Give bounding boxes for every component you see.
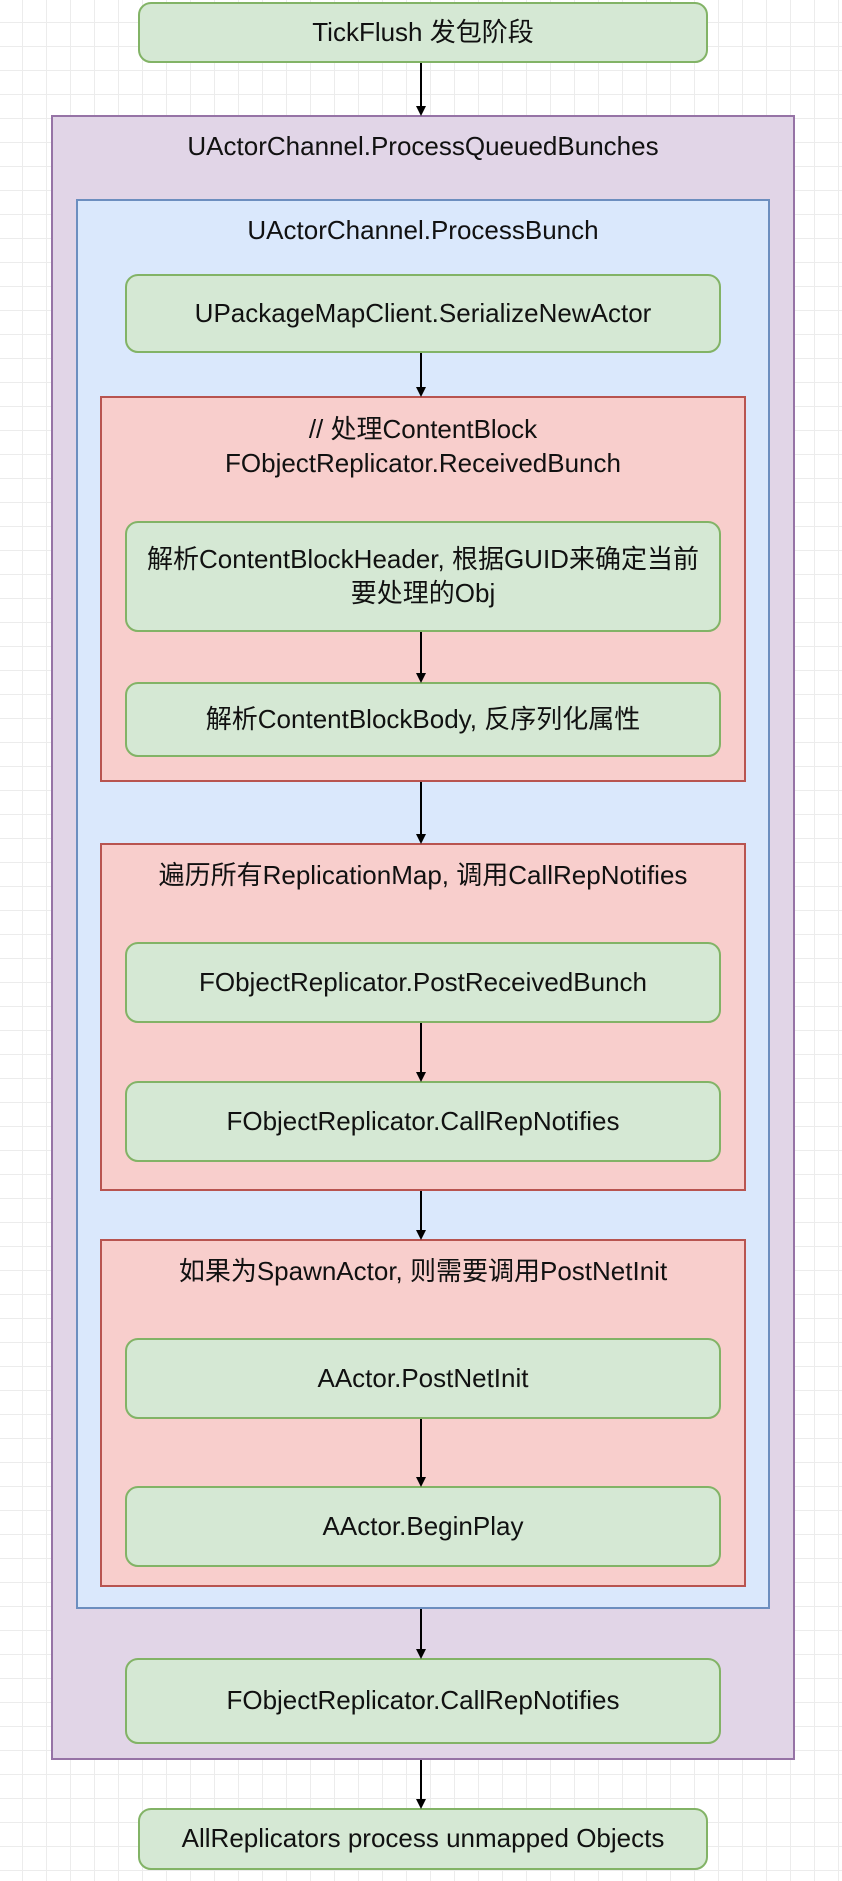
received-bunch-title: // 处理ContentBlock FObjectReplicator.Rece… <box>225 414 621 478</box>
unmapped-objects-label: AllReplicators process unmapped Objects <box>181 1823 665 1854</box>
post-received-bunch-label: FObjectReplicator.PostReceivedBunch <box>198 966 647 997</box>
post-received-bunch-node[interactable]: FObjectReplicator.PostReceivedBunch <box>125 942 721 1023</box>
replication-map-title: 遍历所有ReplicationMap, 调用CallRepNotifies <box>158 860 688 890</box>
tickflush-label: TickFlush 发包阶段 <box>312 16 534 47</box>
post-net-init-node[interactable]: AActor.PostNetInit <box>125 1338 721 1419</box>
parse-body-label: 解析ContentBlockBody, 反序列化属性 <box>205 703 641 734</box>
unmapped-objects-node[interactable]: AllReplicators process unmapped Objects <box>138 1808 708 1870</box>
post-net-init-label: AActor.PostNetInit <box>317 1362 529 1393</box>
serialize-new-actor-label: UPackageMapClient.SerializeNewActor <box>194 297 652 328</box>
process-queued-bunches-title: UActorChannel.ProcessQueuedBunches <box>187 131 659 161</box>
process-bunch-title: UActorChannel.ProcessBunch <box>247 215 599 245</box>
spawn-actor-title: 如果为SpawnActor, 则需要调用PostNetInit <box>178 1256 668 1286</box>
parse-header-label: 解析ContentBlockHeader, 根据GUID来确定当前要处理的Obj <box>147 543 699 608</box>
call-rep-notifies-inner-node[interactable]: FObjectReplicator.CallRepNotifies <box>125 1081 721 1162</box>
begin-play-label: AActor.BeginPlay <box>322 1510 524 1541</box>
tickflush-node[interactable]: TickFlush 发包阶段 <box>138 2 708 63</box>
call-rep-notifies-inner-label: FObjectReplicator.CallRepNotifies <box>226 1105 620 1136</box>
call-rep-notifies-outer-label: FObjectReplicator.CallRepNotifies <box>226 1685 620 1716</box>
parse-header-node[interactable]: 解析ContentBlockHeader, 根据GUID来确定当前要处理的Obj <box>125 521 721 632</box>
serialize-new-actor-node[interactable]: UPackageMapClient.SerializeNewActor <box>125 274 721 353</box>
call-rep-notifies-outer-node[interactable]: FObjectReplicator.CallRepNotifies <box>125 1658 721 1744</box>
begin-play-node[interactable]: AActor.BeginPlay <box>125 1486 721 1567</box>
parse-body-node[interactable]: 解析ContentBlockBody, 反序列化属性 <box>125 682 721 757</box>
